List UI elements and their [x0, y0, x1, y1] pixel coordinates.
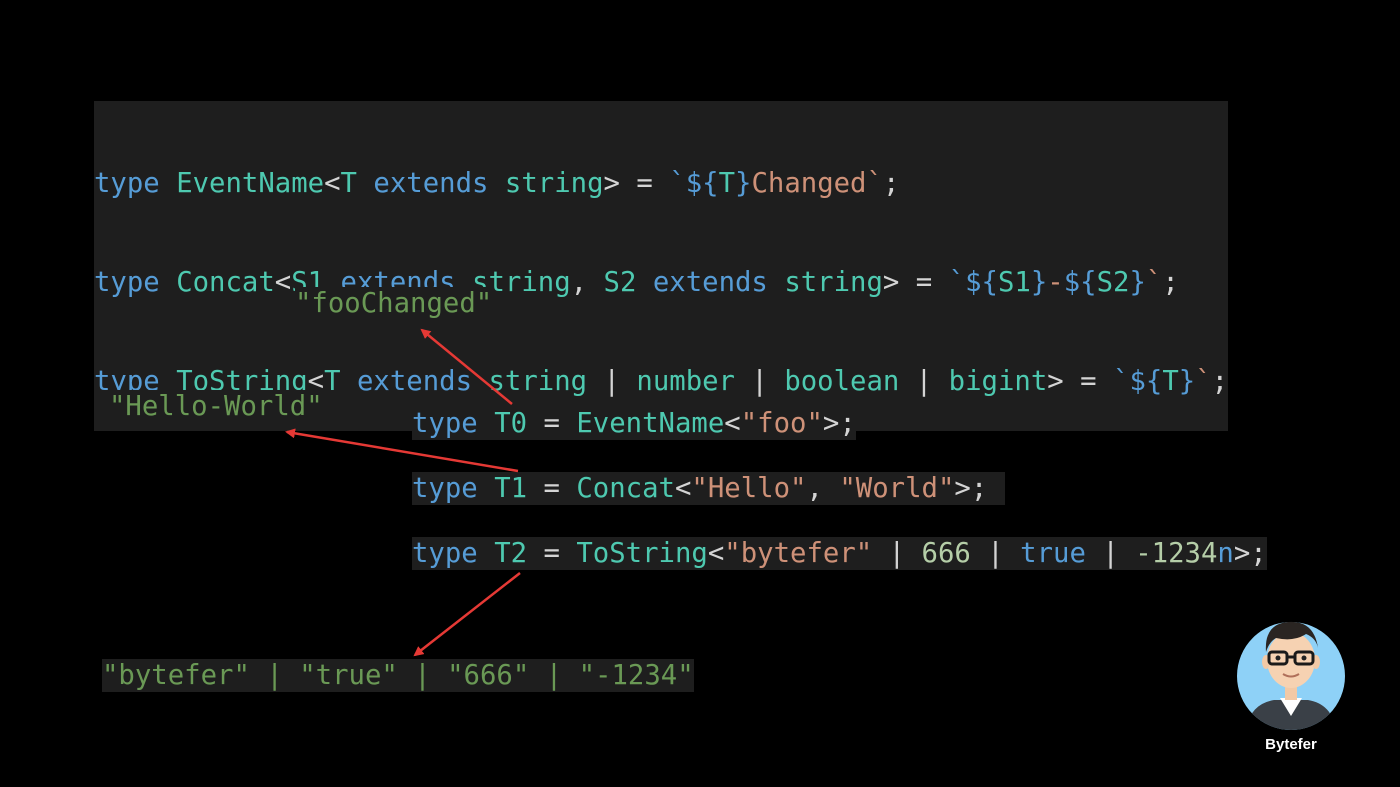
arrow-t0-to-foo: [420, 328, 513, 405]
brand-badge: Bytefer: [1236, 612, 1346, 753]
brand-name: Bytefer: [1265, 736, 1317, 753]
arrow-t1-to-hello: [285, 428, 519, 473]
arrow-t2-to-union: [413, 572, 521, 657]
avatar-icon: [1237, 621, 1345, 730]
arrows-layer: [285, 328, 521, 657]
